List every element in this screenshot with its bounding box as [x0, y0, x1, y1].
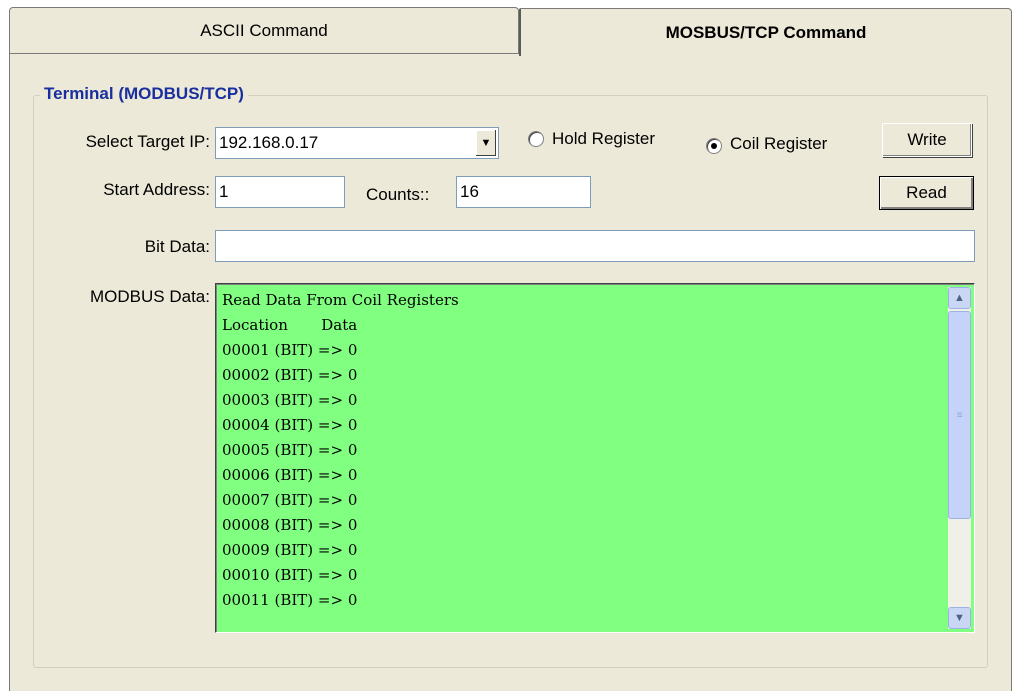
modbus-data-line: 00001 (BIT) => 0 [222, 341, 358, 359]
tab-label: ASCII Command [200, 21, 328, 40]
chevron-down-icon[interactable]: ▼ [475, 129, 497, 157]
coil-register-label: Coil Register [730, 134, 828, 153]
counts-input[interactable]: 16 [456, 176, 591, 208]
modbus-data-label: MODBUS Data: [90, 287, 210, 306]
modbus-data-line: 00008 (BIT) => 0 [222, 516, 358, 534]
tab-modbus-tcp-command[interactable]: MOSBUS/TCP Command [519, 8, 1012, 56]
vertical-scrollbar[interactable]: ▲ ≡ ▼ [948, 287, 971, 629]
read-button[interactable]: Read [879, 176, 974, 210]
start-address-label: Start Address: [103, 180, 210, 199]
modbus-data-line: Read Data From Coil Registers [222, 291, 459, 309]
hold-register-radio[interactable] [528, 131, 544, 147]
arrow-up-icon[interactable]: ▲ [948, 287, 971, 309]
tab-label: MOSBUS/TCP Command [665, 22, 867, 42]
counts-value: 16 [460, 182, 479, 201]
write-button[interactable]: Write [882, 123, 972, 157]
modbus-data-line: 00006 (BIT) => 0 [222, 466, 358, 484]
write-button-label: Write [907, 130, 947, 149]
modbus-data-line: 00009 (BIT) => 0 [222, 541, 358, 559]
modbus-data-line: 00011 (BIT) => 0 [222, 591, 358, 609]
scrollbar-thumb[interactable]: ≡ [948, 311, 971, 519]
start-address-value: 1 [219, 182, 229, 201]
modbus-data-textarea[interactable]: Read Data From Coil Registers Location Da… [215, 283, 975, 633]
modbus-data-line: Location Data [222, 316, 358, 334]
counts-label: Counts:: [366, 185, 430, 204]
modbus-data-line: 00010 (BIT) => 0 [222, 566, 358, 584]
hold-register-label: Hold Register [552, 129, 655, 148]
start-address-input[interactable]: 1 [215, 176, 345, 208]
modbus-data-lines: Read Data From Coil Registers Location Da… [222, 288, 944, 613]
bit-data-input[interactable] [215, 230, 975, 262]
arrow-down-icon[interactable]: ▼ [948, 607, 971, 629]
bit-data-label: Bit Data: [144, 237, 210, 256]
coil-register-radio[interactable] [706, 138, 722, 154]
modbus-data-line: 00007 (BIT) => 0 [222, 491, 358, 509]
read-button-label: Read [906, 183, 947, 202]
modbus-data-line: 00002 (BIT) => 0 [222, 366, 358, 384]
target-ip-combobox[interactable]: 192.168.0.17 [215, 127, 499, 159]
target-ip-value: 192.168.0.17 [219, 133, 319, 152]
target-ip-label: Select Target IP: [85, 132, 210, 151]
radio-selected-dot [711, 143, 717, 149]
modbus-data-line: 00004 (BIT) => 0 [222, 416, 358, 434]
groupbox-title: Terminal (MODBUS/TCP) [40, 84, 248, 104]
modbus-data-line: 00003 (BIT) => 0 [222, 391, 358, 409]
modbus-data-line: 00005 (BIT) => 0 [222, 441, 358, 459]
tab-ascii-command[interactable]: ASCII Command [9, 7, 519, 54]
